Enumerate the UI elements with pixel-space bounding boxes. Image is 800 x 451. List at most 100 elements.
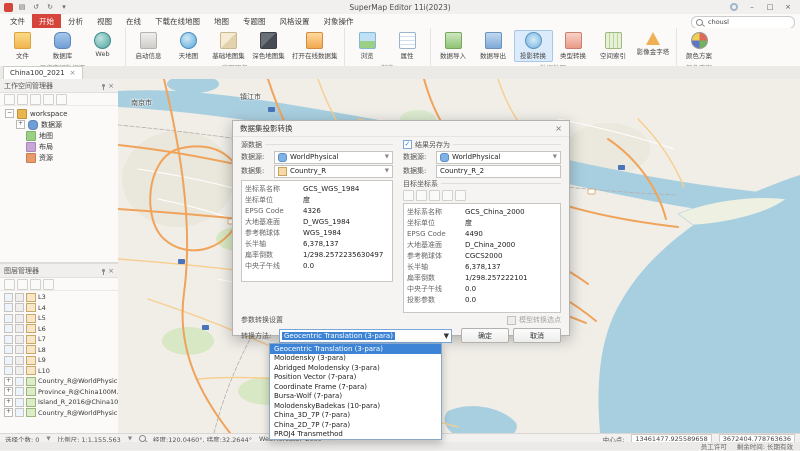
more-crs-icon[interactable] (455, 189, 466, 201)
toolbar-icon[interactable] (43, 278, 54, 290)
toolbar-icon[interactable] (4, 278, 15, 290)
cancel-button[interactable]: 取消 (513, 328, 561, 343)
spatial-index-button[interactable]: 空间索引 (594, 30, 633, 62)
projection-conversion-button[interactable]: 投影转换 (513, 30, 553, 62)
tree-node-datasources[interactable]: 数据源 (0, 119, 118, 130)
toolbar-icon[interactable] (17, 93, 28, 105)
expand-icon[interactable] (4, 408, 13, 418)
layer-row[interactable]: L6 (0, 324, 118, 335)
toolbar-icon[interactable] (56, 93, 67, 105)
model-point-checkbox[interactable] (507, 315, 516, 325)
startup-info-button[interactable]: 启动信息 (129, 30, 168, 62)
image-pyramid-button[interactable]: 影像金字塔 (634, 30, 673, 58)
attributes-button[interactable]: 属性 (388, 30, 427, 62)
layer-row[interactable]: L7 (0, 334, 118, 345)
toolbar-icon[interactable] (30, 278, 41, 290)
dropdown-option[interactable]: Geocentric Translation (3-para) (270, 344, 441, 354)
export-crs-icon[interactable] (442, 189, 453, 201)
collapse-icon[interactable] (5, 109, 14, 118)
tab-start[interactable]: 开始 (32, 14, 61, 28)
source-datasource-combo[interactable]: WorldPhysical ▼ (274, 150, 393, 164)
layer-row[interactable]: L9 (0, 355, 118, 366)
favorite-crs-icon[interactable] (403, 189, 414, 201)
search-input[interactable] (706, 17, 790, 27)
data-export-button[interactable]: 数据导出 (474, 30, 513, 62)
maximize-button[interactable]: □ (762, 1, 778, 13)
expand-icon[interactable] (4, 387, 13, 397)
layer-row[interactable]: L10 (0, 366, 118, 377)
basemap-gallery-button[interactable]: 基础地图集 (209, 30, 248, 62)
open-online-data-button[interactable]: 打开在线数据集 (289, 30, 341, 62)
dropdown-option[interactable]: Abridged Molodensky (3-para) (270, 363, 441, 373)
tab-file[interactable]: 文件 (3, 14, 32, 28)
pin-icon[interactable] (102, 84, 106, 90)
tab-object-operations[interactable]: 对象操作 (317, 14, 361, 28)
database-button[interactable]: 数据库 (43, 30, 82, 62)
account-icon[interactable] (726, 1, 742, 13)
tab-thematic-map[interactable]: 专题图 (236, 14, 273, 28)
layer-row[interactable]: Island_R_2016@China10... (0, 397, 118, 408)
layer-row[interactable]: Country_R@WorldPhysic... (0, 376, 118, 387)
save-icon[interactable]: ▤ (17, 2, 27, 12)
tianditu-button[interactable]: 天地图 (169, 30, 208, 62)
dropdown-option[interactable]: Molodensky (3-para) (270, 354, 441, 364)
tree-node-workspace[interactable]: workspace (0, 108, 118, 119)
tree-node-layouts[interactable]: 布局 (0, 141, 118, 152)
expand-icon[interactable] (4, 397, 13, 407)
tab-map[interactable]: 地图 (207, 14, 236, 28)
tab-analysis[interactable]: 分析 (61, 14, 90, 28)
color-scheme-button[interactable]: 颜色方案 (680, 30, 719, 62)
tree-node-maps[interactable]: 地图 (0, 130, 118, 141)
close-panel-icon[interactable]: × (108, 82, 114, 90)
dropdown-option[interactable]: China_2D_7P (7-para) (270, 420, 441, 430)
dropdown-option[interactable]: PROJ4 Transmethod (270, 430, 441, 440)
ribbon-search[interactable] (691, 15, 795, 29)
tab-online[interactable]: 在线 (119, 14, 148, 28)
result-datasource-combo[interactable]: WorldPhysical ▼ (436, 150, 561, 164)
toolbar-icon[interactable] (30, 93, 41, 105)
type-conversion-button[interactable]: 类型转换 (554, 30, 593, 62)
layer-row[interactable]: Province_R@China100M... (0, 387, 118, 398)
zoom-icon[interactable] (139, 435, 147, 442)
layer-row[interactable]: L4 (0, 303, 118, 314)
dropdown-option[interactable]: MolodenskyBadekas (10-para) (270, 401, 441, 411)
dialog-close-icon[interactable]: × (555, 124, 562, 133)
transform-method-combo[interactable]: Geocentric Translation (3-para) ▼ (279, 328, 452, 343)
toolbar-icon[interactable] (17, 278, 28, 290)
dropdown-option[interactable]: Bursa-Wolf (7-para) (270, 392, 441, 402)
layer-row[interactable]: L8 (0, 345, 118, 356)
tab-style-settings[interactable]: 风格设置 (273, 14, 317, 28)
tree-node-resources[interactable]: 资源 (0, 152, 118, 163)
layer-row[interactable]: Country_R@WorldPhysic... (0, 408, 118, 419)
save-as-checkbox[interactable] (403, 140, 412, 149)
close-tab-icon[interactable]: × (70, 69, 76, 77)
browse-button[interactable]: 浏览 (348, 30, 387, 62)
toolbar-icon[interactable] (43, 93, 54, 105)
expand-icon[interactable] (16, 120, 25, 129)
ok-button[interactable]: 确定 (461, 328, 509, 343)
close-panel-icon[interactable]: × (108, 267, 114, 275)
import-crs-icon[interactable] (416, 189, 427, 201)
dark-basemap-button[interactable]: 深色地图集 (249, 30, 288, 62)
minimize-button[interactable]: – (744, 1, 760, 13)
web-button[interactable]: Web (83, 30, 122, 60)
undo-icon[interactable]: ↺ (31, 2, 41, 12)
map-document-tab[interactable]: China100_2021 × (3, 66, 83, 79)
expand-icon[interactable] (4, 376, 13, 386)
file-button[interactable]: 文件 (3, 30, 42, 62)
dropdown-option[interactable]: China_3D_7P (7-para) (270, 411, 441, 421)
pin-icon[interactable] (102, 269, 106, 275)
dropdown-option[interactable]: Coordinate Frame (7-para) (270, 382, 441, 392)
tab-download-online-map[interactable]: 下载在线地图 (148, 14, 207, 28)
result-dataset-input[interactable]: Country_R_2 (436, 164, 561, 178)
tab-view[interactable]: 视图 (90, 14, 119, 28)
dropdown-option[interactable]: Position Vector (7-para) (270, 373, 441, 383)
close-button[interactable]: × (780, 1, 796, 13)
source-dataset-combo[interactable]: Country_R ▼ (274, 164, 393, 178)
copy-crs-icon[interactable] (429, 189, 440, 201)
layer-row[interactable]: L3 (0, 292, 118, 303)
data-import-button[interactable]: 数据导入 (434, 30, 473, 62)
redo-icon[interactable]: ↻ (45, 2, 55, 12)
layer-row[interactable]: L5 (0, 313, 118, 324)
customize-quick-access-icon[interactable]: ▾ (59, 2, 69, 12)
